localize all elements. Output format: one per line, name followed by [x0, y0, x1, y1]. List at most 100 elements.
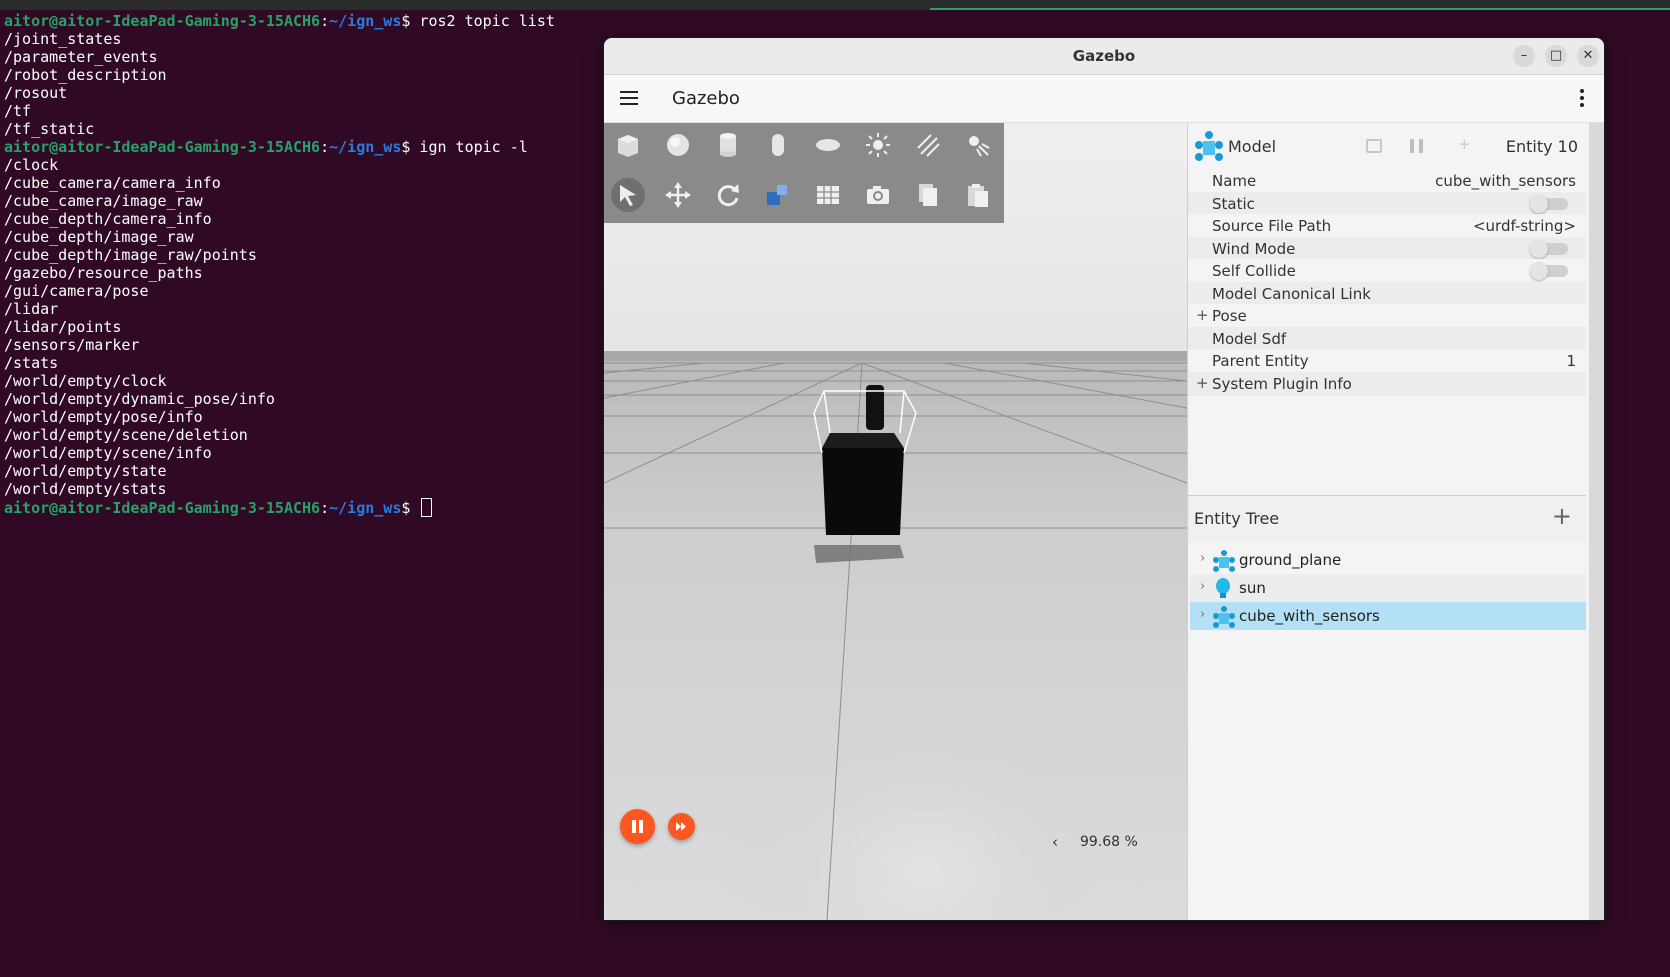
property-row[interactable]: + System Plugin Info	[1188, 371, 1586, 396]
more-options-icon[interactable]	[1580, 89, 1584, 110]
sphere-icon[interactable]	[661, 128, 695, 162]
entity-tree-label: ground_plane	[1239, 551, 1342, 569]
paste-icon[interactable]	[961, 178, 995, 212]
step-button[interactable]	[668, 813, 695, 840]
terminal-output-line: /joint_states	[4, 30, 122, 48]
entity-tree-item[interactable]: › cube_with_sensors	[1190, 602, 1586, 630]
lock-icon[interactable]	[1366, 139, 1382, 153]
terminal-prompt-line: aitor@aitor-IdeaPad-Gaming-3-15ACH6:~/ig…	[4, 12, 604, 30]
entity-tree-header: Entity Tree +	[1188, 495, 1586, 542]
component-inspector-header: Model + Entity 10	[1188, 123, 1590, 169]
top-bar	[0, 0, 1670, 10]
cylinder-icon[interactable]	[711, 128, 745, 162]
prompt-user: aitor@aitor-IdeaPad-Gaming-3-15ACH6	[4, 138, 321, 156]
property-row: Source File Path <urdf-string>	[1188, 214, 1586, 238]
shapes-toolbar	[604, 123, 1004, 223]
maximize-button[interactable]: □	[1545, 45, 1567, 67]
directional-light-icon[interactable]	[911, 128, 945, 162]
capsule-icon[interactable]	[761, 128, 795, 162]
window-titlebar[interactable]: Gazebo – □ ✕	[604, 38, 1604, 75]
terminal-output-line: /tf_static	[4, 120, 95, 138]
prompt-path: ~/ign_ws	[329, 499, 402, 517]
fast-forward-icon	[676, 822, 686, 831]
property-toggle[interactable]	[1530, 194, 1568, 213]
terminal-prompt-line: aitor@aitor-IdeaPad-Gaming-3-15ACH6:~/ig…	[4, 138, 604, 156]
add-component-icon[interactable]: +	[1458, 135, 1471, 153]
3d-scene-viewport[interactable]: ‹ 99.68 %	[604, 123, 1187, 920]
terminal-output-line: /world/empty/stats	[4, 480, 167, 498]
model-icon	[1212, 605, 1236, 633]
expand-icon[interactable]: +	[1196, 306, 1209, 324]
top-progress-line	[930, 8, 1670, 10]
terminal-output-line: /world/empty/pose/info	[4, 408, 203, 426]
terminal-output[interactable]: aitor@aitor-IdeaPad-Gaming-3-15ACH6: ~/ig…	[4, 12, 604, 517]
pause-updates-bar	[1410, 139, 1414, 153]
toggle-knob	[1530, 194, 1548, 213]
property-key: Source File Path	[1212, 217, 1332, 235]
close-button[interactable]: ✕	[1577, 45, 1599, 67]
terminal-output-line: /cube_depth/image_raw/points	[4, 246, 257, 264]
property-toggle[interactable]	[1530, 239, 1568, 258]
camera-screenshot-icon[interactable]	[861, 178, 895, 212]
property-key: Self Collide	[1212, 262, 1296, 280]
property-key: Pose	[1212, 307, 1247, 325]
terminal-output-line: /parameter_events	[4, 48, 158, 66]
terminal-output-line: /clock	[4, 156, 59, 174]
select-mode-icon[interactable]	[611, 178, 645, 212]
pause-button[interactable]	[620, 809, 655, 844]
spot-light-icon[interactable]	[961, 128, 995, 162]
entity-tree-item[interactable]: › ground_plane	[1190, 546, 1586, 574]
property-row: Parent Entity 1	[1188, 349, 1586, 373]
prompt-separator: :	[320, 138, 330, 156]
chevron-right-icon[interactable]: ›	[1200, 551, 1205, 566]
toggle-knob	[1530, 262, 1548, 280]
box-icon[interactable]	[611, 128, 645, 162]
terminal-output-line: /world/empty/scene/info	[4, 444, 212, 462]
stats-expand-icon[interactable]: ‹	[1052, 833, 1058, 851]
property-value: 1	[1566, 352, 1576, 370]
panel-scrollbar[interactable]	[1589, 123, 1604, 920]
property-row[interactable]: + Pose	[1188, 304, 1586, 328]
chevron-right-icon[interactable]: ›	[1200, 579, 1205, 594]
property-toggle[interactable]	[1530, 262, 1568, 280]
sun-light-icon[interactable]	[861, 128, 895, 162]
entity-tree-item[interactable]: › sun	[1190, 574, 1586, 602]
terminal-output-line: /lidar	[4, 300, 59, 318]
translate-mode-icon[interactable]	[661, 178, 695, 212]
real-time-factor: 99.68 %	[1080, 834, 1138, 850]
terminal-output-line: /rosout	[4, 84, 68, 102]
light-bulb-icon	[1212, 577, 1234, 605]
rotate-mode-icon[interactable]	[711, 178, 745, 212]
menu-icon[interactable]	[620, 91, 638, 109]
minimize-button[interactable]: –	[1513, 45, 1535, 67]
pause-updates-icon[interactable]	[1410, 139, 1424, 153]
terminal-prompt-line: aitor@aitor-IdeaPad-Gaming-3-15ACH6:~/ig…	[4, 498, 604, 517]
pause-icon	[632, 820, 636, 833]
prompt-separator: :	[320, 12, 330, 30]
terminal-output-line: /world/empty/scene/deletion	[4, 426, 248, 444]
grid-snap-icon[interactable]	[811, 178, 845, 212]
add-entity-icon[interactable]: +	[1552, 502, 1572, 530]
pause-icon-bar	[639, 820, 643, 833]
property-row: Model Canonical Link	[1188, 281, 1586, 306]
property-key: Model Canonical Link	[1212, 284, 1371, 303]
terminal-output-line: /gui/camera/pose	[4, 282, 149, 300]
property-key: Parent Entity	[1212, 352, 1309, 370]
toggle-knob	[1530, 239, 1548, 258]
ellipsoid-icon[interactable]	[811, 128, 845, 162]
copy-icon[interactable]	[911, 178, 945, 212]
terminal-output-line: /cube_depth/camera_info	[4, 210, 212, 228]
property-row: Static	[1188, 191, 1586, 216]
expand-icon[interactable]: +	[1196, 374, 1209, 392]
right-panel: Model + Entity 10 Name cube_with_sensors S…	[1187, 123, 1590, 920]
terminal-output-line: /cube_camera/camera_info	[4, 174, 221, 192]
window-title: Gazebo	[1072, 47, 1136, 65]
property-value: cube_with_sensors	[1435, 172, 1576, 190]
chevron-right-icon[interactable]: ›	[1200, 607, 1205, 622]
terminal-output-line: /world/empty/state	[4, 462, 167, 480]
prompt-user: aitor@aitor-IdeaPad-Gaming-3-15ACH6	[4, 12, 321, 30]
property-key: Name	[1212, 172, 1257, 190]
scale-mode-icon[interactable]	[761, 178, 795, 212]
gazebo-window: Gazebo – □ ✕ Gazebo ‹ 99.68 % Model + En…	[604, 38, 1604, 920]
terminal-output-line: /world/empty/clock	[4, 372, 167, 390]
